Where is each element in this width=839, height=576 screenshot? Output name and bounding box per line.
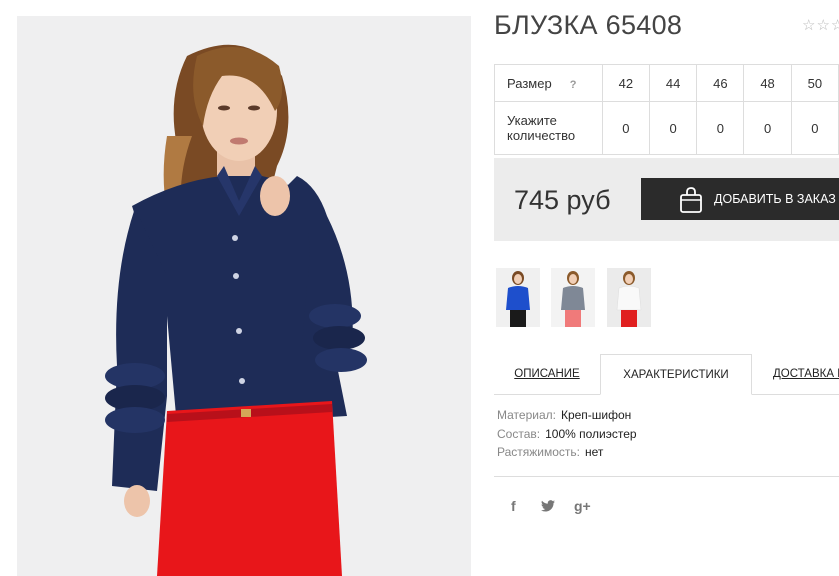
divider [494,476,839,477]
spec-value: 100% полиэстер [545,426,637,441]
spec-key: Состав: [497,426,541,441]
product-title: БЛУЗКА 65408 [494,10,683,40]
quantity-input-48[interactable]: 0 [743,101,792,155]
size-table: Размер? 42 44 46 48 50 Укажите количеств… [494,64,839,155]
rating-stars[interactable]: ☆☆☆ [802,16,839,34]
thumbnail-blue-image [496,268,540,327]
tab-characteristics[interactable]: ХАРАКТЕРИСТИКИ [600,354,752,395]
tab-description-label: ОПИСАНИЕ [514,368,580,380]
model-photo-illustration [17,16,471,576]
size-label: Размер [507,75,552,91]
spec-value: Креп-шифон [560,408,632,422]
specs-list: Материал: Креп-шифон Состав: 100% полиэсте… [497,408,637,464]
size-50: 50 [790,64,839,102]
googleplus-icon[interactable]: g+ [574,498,591,514]
size-48: 48 [743,64,792,102]
twitter-icon[interactable] [541,499,555,515]
tab-description[interactable]: ОПИСАНИЕ [494,354,600,394]
help-icon[interactable]: ? [570,79,577,91]
spec-value: нет [585,445,604,459]
size-44: 44 [648,64,698,102]
quantity-row: Укажите количество 0 0 0 0 0 [494,101,839,155]
size-row: Размер? 42 44 46 48 50 [494,64,839,102]
add-to-order-button[interactable]: ДОБАВИТЬ В ЗАКАЗ [641,178,839,220]
tab-delivery-label: ДОСТАВКА И [773,368,839,380]
thumbnail-white-image [607,268,651,327]
add-to-order-label: ДОБАВИТЬ В ЗАКАЗ [714,192,836,206]
shopping-bag-icon [680,187,702,213]
product-tabs: ОПИСАНИЕ ХАРАКТЕРИСТИКИ ДОСТАВКА И [494,354,839,395]
thumbnail-gray[interactable] [551,268,595,327]
facebook-icon[interactable]: f [511,498,516,514]
price-value: 745 руб [514,185,611,215]
size-label-cell: Размер? [494,64,603,102]
thumbnail-gray-image [551,268,595,327]
spec-row-stretch: Растяжимость: нет [497,445,637,464]
size-42: 42 [601,64,650,102]
twitter-bird-icon [541,500,555,512]
size-46: 46 [696,64,745,102]
price-box: 745 руб ДОБАВИТЬ В ЗАКАЗ [494,158,839,241]
quantity-label: Укажите количество [494,101,603,155]
product-main-photo[interactable] [17,16,471,576]
thumbnail-blue[interactable] [496,268,540,327]
spec-key: Материал: [497,408,556,422]
thumbnail-white[interactable] [607,268,651,327]
spec-row-composition: Состав: 100% полиэстер [497,427,637,446]
quantity-input-42[interactable]: 0 [601,101,650,155]
tab-delivery[interactable]: ДОСТАВКА И [752,354,839,394]
quantity-input-44[interactable]: 0 [648,101,698,155]
quantity-input-46[interactable]: 0 [696,101,745,155]
quantity-input-50[interactable]: 0 [790,101,839,155]
spec-row-material: Материал: Креп-шифон [497,408,637,427]
tab-characteristics-label: ХАРАКТЕРИСТИКИ [623,368,729,381]
spec-key: Растяжимость: [497,445,581,459]
